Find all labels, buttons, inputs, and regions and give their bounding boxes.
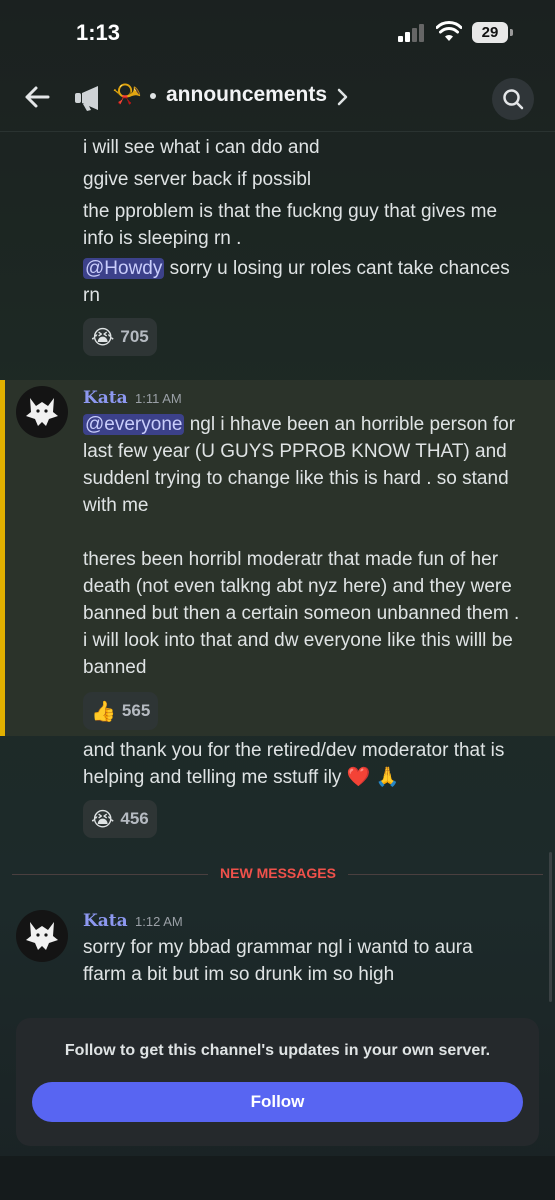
divider-right [348, 874, 543, 875]
avatar[interactable] [16, 386, 68, 438]
avatar-wolf-icon [26, 398, 58, 426]
reaction-count: 456 [120, 809, 149, 828]
reaction-count: 705 [120, 327, 149, 346]
timestamp: 1:11 AM [135, 391, 182, 406]
follow-prompt: Follow to get this channel's updates in … [64, 1042, 491, 1059]
avatar[interactable] [16, 910, 68, 962]
back-arrow-icon[interactable] [22, 82, 52, 112]
search-icon [503, 89, 524, 110]
message-line: @everyone ngl i hhave been an horrible p… [83, 411, 515, 438]
crying-emoji-icon: 😭 [91, 326, 115, 349]
separator-dot [150, 93, 156, 99]
cellular-signal-icon [398, 24, 428, 42]
horn-emoji-icon: 📯 [112, 81, 142, 108]
message-line: @Howdy sorry u losing ur roles cant take… [83, 255, 510, 282]
message-line: last few year (U GUYS PPROB KNOW THAT) a… [83, 441, 507, 462]
message-line: i will look into that and dw everyone li… [83, 630, 513, 651]
follow-button[interactable]: Follow [32, 1082, 523, 1122]
message-line: death (not even talkng abt nyz here) and… [83, 576, 512, 597]
message-text: sorry u losing ur roles cant take chance… [164, 258, 510, 279]
message-line: ggive server back if possibl [83, 169, 312, 190]
follow-card: Follow to get this channel's updates in … [16, 1018, 539, 1146]
wifi-icon [436, 21, 462, 41]
reaction-pill[interactable]: 😭 456 [83, 800, 157, 838]
megaphone-icon [75, 86, 98, 111]
timestamp: 1:12 AM [135, 914, 183, 929]
mention-everyone[interactable]: @everyone [83, 414, 185, 435]
message-text: ngl i hhave been an horrible person for [184, 414, 516, 435]
message-line: ffarm a bit but im so drunk im so high [83, 964, 395, 985]
battery-nub [510, 29, 513, 36]
reaction-count: 565 [121, 701, 151, 720]
avatar-wolf-icon [26, 922, 58, 950]
mention-howdy[interactable]: @Howdy [83, 258, 165, 279]
channel-name[interactable]: announcements [166, 83, 327, 107]
message-line: banned [83, 657, 147, 678]
app-root: 1:13 29 📯 announcements i will see what … [0, 0, 555, 1200]
message-line: with me [83, 495, 149, 516]
message-line: sorry for my bbad grammar ngl i wantd to… [83, 937, 473, 958]
status-time: 1:13 [76, 20, 121, 45]
message-line: i will see what i can ddo and [83, 137, 320, 158]
message-line: info is sleeping rn . [83, 228, 242, 249]
scrollbar[interactable] [549, 852, 552, 1002]
chevron-right-icon[interactable] [336, 86, 350, 108]
username[interactable]: Kata [83, 911, 128, 931]
reaction-pill[interactable]: 👍 565 [83, 692, 159, 730]
message-line: suddenl trying to change like this is ha… [83, 468, 509, 489]
message-line: rn [83, 285, 100, 306]
message-line: banned but then a certain someon unbanne… [83, 603, 520, 624]
channel-header: 📯 announcements [0, 66, 555, 132]
new-messages-divider: NEW MESSAGES [220, 865, 336, 881]
battery-indicator: 29 [472, 22, 508, 43]
status-bar: 1:13 29 [0, 0, 555, 66]
message-line: and thank you for the retired/dev modera… [83, 740, 505, 761]
crying-emoji-icon: 😭 [91, 808, 115, 831]
divider-left [12, 874, 208, 875]
message-line: the pproblem is that the fuckng guy that… [83, 201, 498, 222]
message-line: theres been horribl moderatr that made f… [83, 549, 499, 570]
message-line: helping and telling me sstuff ily ❤️ 🙏 [83, 767, 400, 788]
bottom-bar [0, 1156, 555, 1200]
username[interactable]: Kata [83, 388, 128, 408]
thumbs-up-emoji-icon: 👍 [91, 700, 116, 723]
reaction-pill[interactable]: 😭 705 [83, 318, 157, 356]
search-button[interactable] [492, 78, 534, 120]
